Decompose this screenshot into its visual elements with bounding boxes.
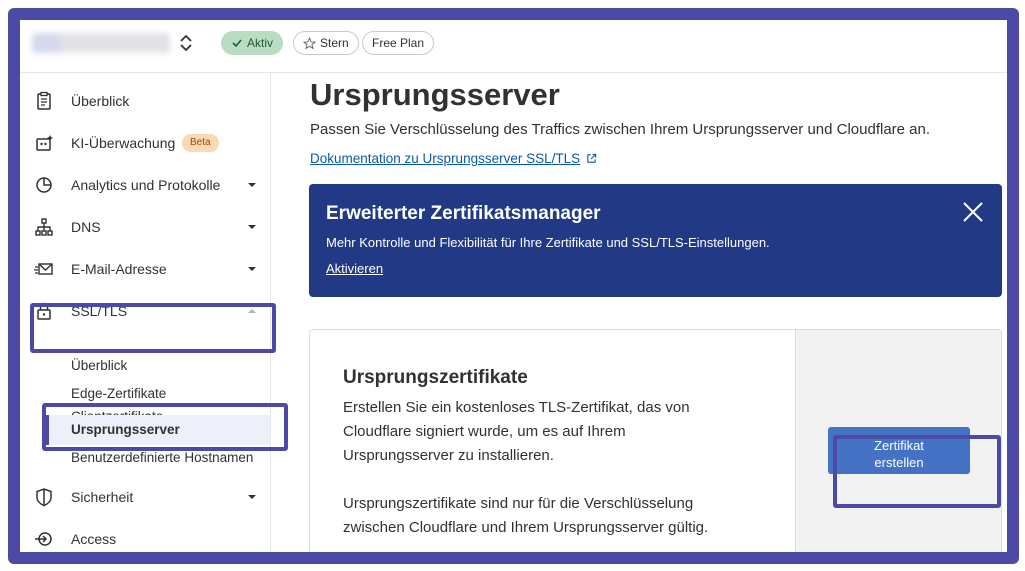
status-badge: Aktiv	[221, 31, 284, 55]
sidebar-item-label: Analytics und Protokolle	[71, 177, 221, 193]
access-icon	[35, 532, 52, 546]
sub-item-overview[interactable]: Überblick	[71, 355, 127, 377]
check-icon	[232, 39, 242, 48]
sidebar-item-label: E-Mail-Adresse	[71, 261, 167, 277]
card-text-line: zwischen Cloudflare und Ihrem Ursprungss…	[343, 519, 709, 536]
documentation-link[interactable]: Dokumentation zu Ursprungsserver SSL/TLS	[310, 151, 597, 166]
sidebar-item-access[interactable]: Access	[20, 519, 270, 552]
shield-icon	[36, 488, 52, 507]
sidebar-item-label: DNS	[71, 219, 101, 235]
chevron-down-icon	[248, 495, 256, 499]
advanced-certificate-banner: Erweiterter Zertifikatsmanager Mehr Kont…	[309, 184, 1002, 297]
sidebar-item-label: Access	[71, 531, 117, 547]
robot-icon	[36, 135, 53, 151]
card-text-line: Ursprungszertifikate sind nur für die Ve…	[343, 495, 694, 512]
clipboard-icon	[37, 91, 51, 110]
beta-badge: Beta	[182, 134, 219, 152]
status-label: Aktiv	[247, 36, 274, 50]
star-label: Stern	[320, 36, 349, 50]
sidebar-item-label: KI-Überwachung	[71, 135, 176, 151]
chevron-down-icon	[248, 267, 256, 271]
sidebar-item-ai-monitoring[interactable]: KI-Überwachung Beta	[20, 123, 270, 163]
sidebar-item-label: Sicherheit	[71, 489, 134, 505]
origin-server-highlight	[42, 403, 288, 451]
documentation-link-label: Dokumentation zu Ursprungsserver SSL/TLS	[310, 151, 581, 166]
sidebar: Überblick KI-Überwachung Beta Analytics …	[20, 73, 288, 552]
chevron-up-down-icon[interactable]	[178, 32, 194, 54]
plan-badge[interactable]: Free Plan	[362, 31, 435, 55]
sidebar-item-dns[interactable]: DNS	[20, 207, 270, 247]
network-icon	[35, 218, 53, 236]
star-button[interactable]: Stern	[293, 31, 359, 55]
card-text-line: Ursprungsserver zu installieren.	[343, 447, 554, 464]
create-button-highlight	[833, 435, 1001, 508]
plan-label: Free Plan	[372, 36, 425, 50]
main-content: Ursprungsserver Passen Sie Verschlüsselu…	[272, 73, 1007, 552]
page-description: Passen Sie Verschlüsselung des Traffics …	[310, 121, 931, 138]
chevron-down-icon	[248, 183, 256, 187]
card-text-line: Erstellen Sie ein kostenloses TLS-Zertif…	[343, 399, 690, 416]
sidebar-item-analytics[interactable]: Analytics und Protokolle	[20, 165, 270, 205]
sidebar-item-email[interactable]: E-Mail-Adresse	[20, 249, 270, 289]
sidebar-item-security[interactable]: Sicherheit	[20, 477, 270, 517]
chart-pie-icon	[36, 177, 52, 193]
chevron-down-icon	[248, 225, 256, 229]
ssl-tls-highlight	[30, 303, 276, 353]
email-icon	[34, 263, 53, 275]
banner-title: Erweiterter Zertifikatsmanager	[326, 203, 601, 224]
banner-text: Mehr Kontrolle und Flexibilität für Ihre…	[326, 235, 770, 250]
card-text-line: Cloudflare signiert wurde, um es auf Ihr…	[343, 423, 626, 440]
sidebar-item-overview[interactable]: Überblick	[20, 81, 270, 121]
sidebar-item-label: Überblick	[71, 93, 130, 109]
app-frame: Aktiv Stern Free Plan Überblick KI-Überw…	[8, 8, 1019, 564]
top-bar: Aktiv Stern Free Plan	[20, 20, 1007, 73]
star-icon	[303, 36, 316, 49]
close-icon[interactable]	[962, 201, 984, 223]
card-title: Ursprungszertifikate	[343, 367, 528, 388]
domain-name[interactable]	[32, 33, 170, 53]
activate-link[interactable]: Aktivieren	[326, 261, 383, 276]
external-link-icon	[587, 153, 597, 163]
sub-item-edge-certificates[interactable]: Edge-Zertifikate	[71, 383, 166, 405]
page-title: Ursprungsserver	[310, 77, 560, 112]
